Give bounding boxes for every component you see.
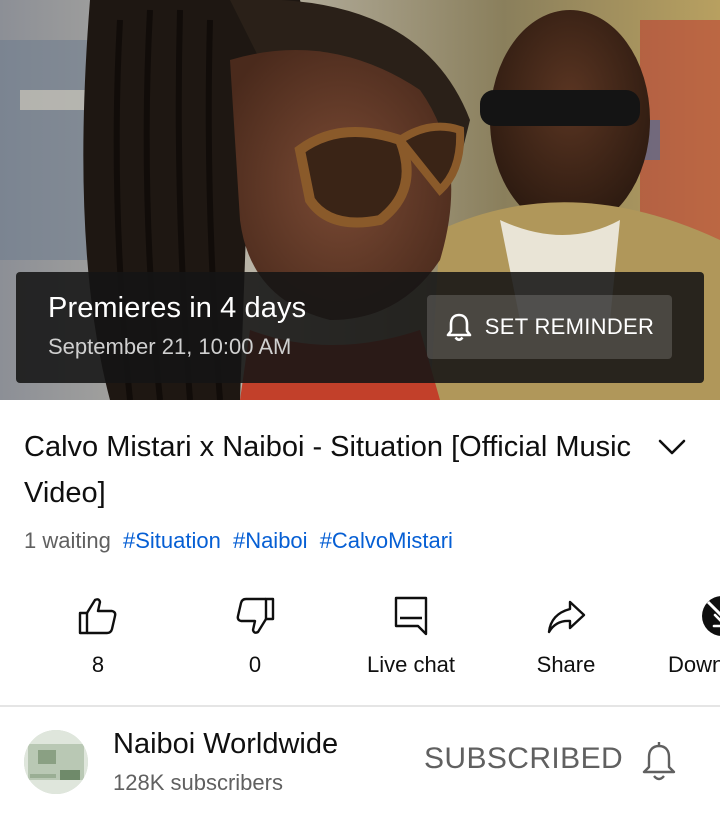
premiere-date: September 21, 10:00 AM (48, 334, 292, 359)
download-label: Down (668, 652, 720, 677)
hashtag-link[interactable]: #Situation (123, 528, 221, 553)
set-reminder-button[interactable]: SET REMINDER (427, 295, 672, 359)
thumbs-down-icon (236, 597, 275, 634)
set-reminder-label: SET REMINDER (484, 314, 655, 339)
live-chat-icon (394, 596, 428, 636)
share-label: Share (536, 652, 596, 677)
premiere-banner: Premieres in 4 days September 21, 10:00 … (16, 272, 704, 383)
download-icon (702, 596, 720, 636)
chevron-down-icon[interactable] (652, 430, 692, 466)
video-meta: 1 waiting #Situation #Naiboi #CalvoMista… (24, 528, 459, 554)
like-count: 8 (91, 652, 105, 677)
channel-name[interactable]: Naiboi Worldwide (113, 728, 338, 761)
thumbs-up-icon (78, 598, 117, 635)
waiting-count: 1 waiting (24, 528, 111, 553)
share-icon (547, 600, 586, 634)
hashtag-link[interactable]: #Naiboi (233, 528, 308, 553)
hashtag-link[interactable]: #CalvoMistari (320, 528, 453, 553)
video-title[interactable]: Calvo Mistari x Naiboi - Situation [Offi… (24, 424, 634, 516)
live-chat-label: Live chat (366, 652, 456, 677)
avatar[interactable] (24, 730, 88, 794)
video-player[interactable]: Premieres in 4 days September 21, 10:00 … (0, 0, 720, 400)
channel-avatar-image (24, 730, 88, 794)
dislike-button[interactable]: 0 (185, 594, 325, 694)
like-button[interactable]: 8 (28, 594, 168, 694)
notification-bell-icon[interactable] (638, 740, 680, 784)
subscriber-count: 128K subscribers (113, 770, 283, 795)
dislike-count: 0 (248, 652, 262, 677)
bell-icon (446, 313, 472, 342)
download-button[interactable]: Down (668, 594, 720, 694)
action-bar: 8 0 Live chat Share Down (0, 594, 720, 694)
divider (0, 705, 720, 707)
subscribed-button[interactable]: SUBSCRIBED (424, 742, 623, 776)
share-button[interactable]: Share (496, 594, 636, 694)
premiere-title: Premieres in 4 days (48, 292, 307, 324)
live-chat-button[interactable]: Live chat (341, 594, 481, 694)
